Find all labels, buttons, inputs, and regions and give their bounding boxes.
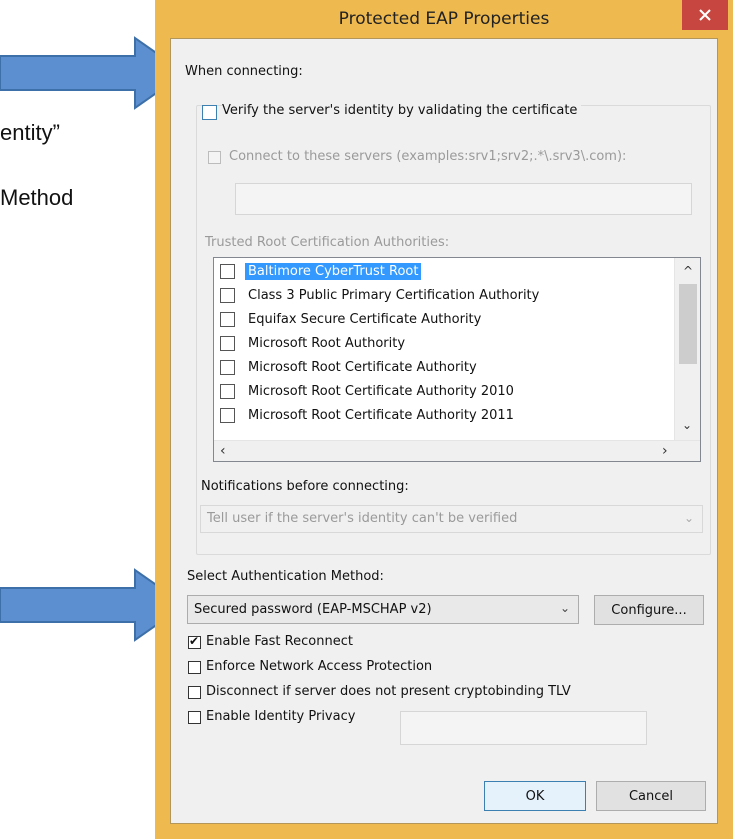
list-item[interactable]: Baltimore CyberTrust Root [220,261,422,282]
dialog-client-area: When connecting: Verify the server's ide… [170,38,718,824]
certificate-checkbox[interactable] [220,408,235,423]
auth-method-dropdown[interactable]: Secured password (EAP-MSCHAP v2) ⌄ [187,595,579,624]
scroll-up-icon[interactable]: ^ [683,264,693,278]
connect-servers-label: Connect to these servers (examples:srv1;… [229,149,627,164]
fast-reconnect-label[interactable]: Enable Fast Reconnect [206,634,353,649]
identity-privacy-input[interactable] [400,711,647,745]
list-item[interactable]: Class 3 Public Primary Certification Aut… [220,285,542,306]
certificate-checkbox[interactable] [220,264,235,279]
verify-identity-label[interactable]: Verify the server's identity by validati… [222,103,582,118]
list-item[interactable]: Microsoft Root Authority [220,333,408,354]
close-button[interactable] [682,0,728,30]
auth-method-label: Select Authentication Method: [187,569,384,584]
certificate-label: Microsoft Root Certificate Authority [248,360,477,375]
list-item[interactable]: Microsoft Root Certificate Authority [220,357,480,378]
dialog-title: Protected EAP Properties [338,9,550,29]
vertical-scrollbar[interactable]: ^ ⌄ [674,258,700,440]
network-access-protection-label[interactable]: Enforce Network Access Protection [206,659,432,674]
fast-reconnect-checkbox[interactable] [188,634,201,649]
certificate-label: Class 3 Public Primary Certification Aut… [248,288,540,303]
horizontal-scrollbar[interactable]: ‹ › [214,440,700,461]
certificate-label: Microsoft Root Authority [248,336,406,351]
notifications-label: Notifications before connecting: [201,479,409,494]
configure-button[interactable]: Configure... [594,595,704,625]
list-item[interactable]: Microsoft Root Certificate Authority 201… [220,405,517,426]
title-bar[interactable]: Protected EAP Properties [155,0,733,38]
cryptobinding-label[interactable]: Disconnect if server does not present cr… [206,684,571,699]
when-connecting-label: When connecting: [185,64,303,79]
list-item[interactable]: Microsoft Root Certificate Authority 201… [220,381,517,402]
certificate-label: Equifax Secure Certificate Authority [248,312,482,327]
connect-servers-input[interactable] [235,183,692,215]
network-access-protection-checkbox[interactable] [188,661,201,674]
trusted-root-list[interactable]: Baltimore CyberTrust Root Class 3 Public… [213,257,701,462]
auth-method-value: Secured password (EAP-MSCHAP v2) [194,602,432,617]
connect-servers-checkbox[interactable] [208,151,221,164]
certificate-label: Baltimore CyberTrust Root [245,263,422,280]
ok-button[interactable]: OK [484,781,586,811]
scroll-left-icon[interactable]: ‹ [220,443,226,459]
certificate-checkbox[interactable] [220,336,235,351]
certificate-label: Microsoft Root Certificate Authority 201… [248,384,514,399]
vertical-scroll-thumb[interactable] [679,284,697,364]
scroll-right-icon[interactable]: › [662,443,668,459]
trusted-root-label: Trusted Root Certification Authorities: [205,235,450,250]
scroll-down-icon[interactable]: ⌄ [682,418,692,432]
chevron-down-icon: ⌄ [683,511,694,525]
certificate-checkbox[interactable] [220,360,235,375]
peap-properties-dialog: Protected EAP Properties When connecting… [155,0,733,839]
certificate-checkbox[interactable] [220,384,235,399]
identity-privacy-checkbox[interactable] [188,711,201,724]
identity-privacy-label[interactable]: Enable Identity Privacy [206,709,355,724]
close-icon [699,9,711,21]
certificate-checkbox[interactable] [220,312,235,327]
certificate-checkbox[interactable] [220,288,235,303]
chevron-down-icon: ⌄ [559,601,570,615]
notifications-value: Tell user if the server's identity can't… [207,511,518,526]
certificate-label: Microsoft Root Certificate Authority 201… [248,408,514,423]
verify-identity-checkbox[interactable] [202,105,217,120]
list-item[interactable]: Equifax Secure Certificate Authority [220,309,484,330]
slide-text-identity: entity” [0,120,60,145]
cryptobinding-checkbox[interactable] [188,686,201,699]
notifications-dropdown[interactable]: Tell user if the server's identity can't… [200,505,703,533]
cancel-button[interactable]: Cancel [596,781,706,811]
slide-text-method: Method [0,185,74,210]
